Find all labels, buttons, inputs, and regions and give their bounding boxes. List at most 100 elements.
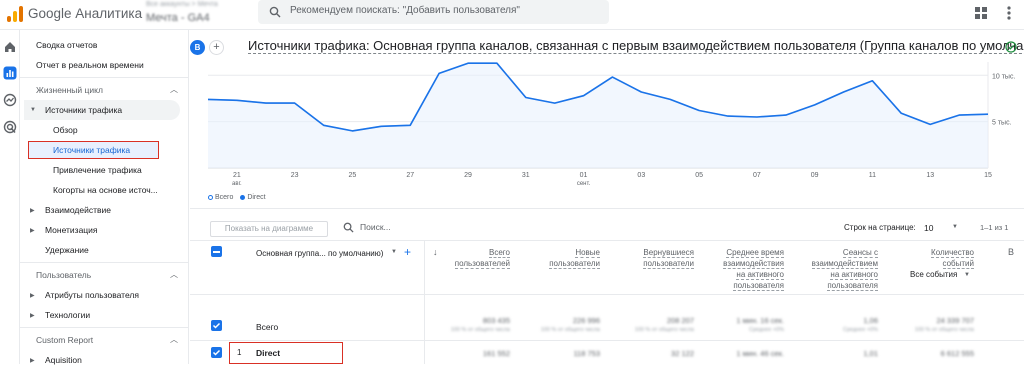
x-tick-label: 13	[926, 172, 934, 179]
event-filter-select[interactable]: Все события	[910, 270, 957, 279]
legend-direct-marker	[240, 195, 245, 200]
nav-section-user[interactable]: Пользователь	[36, 270, 91, 280]
row-value: 6 612 555	[890, 349, 974, 358]
nav-item-traffic-acquisition[interactable]: Привлечение трафика	[53, 165, 142, 175]
chevron-up-icon[interactable]: ︿	[170, 334, 178, 345]
x-tick-sublabel: сент.	[577, 181, 591, 187]
analytics-logo-icon	[6, 5, 24, 23]
divider	[190, 340, 1024, 341]
x-tick-label: 31	[522, 172, 530, 179]
caret-down-icon[interactable]: ▼	[391, 249, 397, 255]
nav-item-cohorts[interactable]: Когорты на основе источ...	[53, 185, 158, 195]
advertising-icon[interactable]	[3, 120, 17, 134]
nav-item-overview[interactable]: Обзор	[53, 125, 78, 135]
series-area-Всего	[208, 63, 988, 168]
x-tick-label: 11	[869, 172, 876, 179]
more-vert-icon[interactable]	[1002, 5, 1016, 21]
x-tick-label: 05	[695, 172, 703, 179]
x-tick-label: 03	[637, 172, 645, 179]
nav-section-lifecycle[interactable]: Жизненный цикл	[36, 85, 103, 95]
add-comparison-button[interactable]: +	[209, 40, 224, 55]
x-tick-label: 01	[580, 172, 588, 179]
y-tick-label: 5 тыс.	[992, 120, 1012, 127]
x-tick-label: 07	[753, 172, 761, 179]
property-name: Мечта - GA4	[146, 12, 210, 24]
column-divider	[424, 241, 425, 364]
comparison-avatar[interactable]: B	[190, 40, 205, 55]
x-tick-label: 25	[349, 172, 357, 179]
column-header-returning-users[interactable]: Вернувшиесяпользователи	[610, 247, 694, 269]
caret-right-icon: ▶	[30, 312, 35, 319]
column-header-engaged-sessions[interactable]: Сеансы свзаимодействиемна активногопольз…	[794, 247, 878, 291]
column-header-overflow[interactable]: В	[1008, 247, 1014, 257]
account-breadcrumb: Все аккаунты > Мечта	[146, 1, 218, 8]
column-header-event-count[interactable]: Количествособытий	[890, 247, 974, 269]
x-tick-label: 29	[464, 172, 472, 179]
account-selector[interactable]: Все аккаунты > Мечта Мечта - GA4	[146, 1, 246, 29]
app-name: Google Аналитика	[28, 6, 142, 21]
column-header-total-users[interactable]: Всегопользователей	[440, 247, 510, 269]
row-value: 32 122	[610, 349, 694, 358]
total-value: 803 435	[440, 316, 510, 325]
legend-direct: Direct	[247, 194, 265, 201]
total-row-checkbox[interactable]	[211, 320, 222, 331]
x-tick-label: 15	[984, 172, 992, 179]
divider	[190, 240, 1024, 241]
total-value: 1 мин. 16 сек.	[700, 316, 784, 325]
home-icon[interactable]	[3, 40, 17, 54]
nav-divider	[20, 327, 189, 328]
rows-per-page-select[interactable]: 10	[924, 223, 933, 233]
nav-divider	[20, 262, 189, 263]
show-on-chart-button[interactable]: Показать на диаграмме	[210, 221, 328, 237]
line-chart[interactable]: 10 тыс.5 тыс.21авг.232527293101сент.0305…	[190, 62, 1024, 192]
nav-group-traffic[interactable]: Источники трафика	[45, 105, 122, 115]
search-box[interactable]: Рекомендуем поискать: "Добавить пользова…	[258, 0, 609, 24]
nav-group-user-attributes[interactable]: Атрибуты пользователя	[45, 290, 139, 300]
select-all-checkbox[interactable]	[211, 246, 222, 257]
table-search-input[interactable]: Поиск...	[360, 222, 391, 232]
row-label-direct[interactable]: Direct	[256, 348, 280, 358]
total-value: 208 207	[610, 316, 694, 325]
nav-group-monetization[interactable]: Монетизация	[45, 225, 98, 235]
x-tick-label: 23	[291, 172, 299, 179]
pagination-label: 1–1 из 1	[980, 223, 1008, 232]
chevron-up-icon[interactable]: ︿	[170, 269, 178, 280]
nav-group-technology[interactable]: Технологии	[45, 310, 90, 320]
caret-down-icon[interactable]: ▼	[964, 272, 970, 278]
chart-legend: Всего Direct	[208, 194, 266, 201]
nav-item-retention[interactable]: Удержание	[45, 245, 89, 255]
explore-icon[interactable]	[3, 93, 17, 107]
caret-down-icon[interactable]: ▼	[952, 224, 958, 230]
caret-right-icon: ▶	[30, 207, 35, 214]
reports-icon[interactable]	[3, 66, 17, 80]
total-subvalue: 100 % от общего числа	[430, 327, 510, 333]
nav-reports-snapshot[interactable]: Сводка отчетов	[36, 40, 97, 50]
report-navigation: Сводка отчетов Отчет в реальном времени …	[20, 30, 189, 364]
apps-grid-icon[interactable]	[975, 7, 987, 19]
add-dimension-button[interactable]: +	[404, 245, 411, 259]
sort-down-arrow-icon[interactable]: ↓	[433, 247, 438, 257]
row-value: 1,01	[794, 349, 878, 358]
column-header-avg-engagement-time[interactable]: Среднее времявзаимодействияна активногоп…	[700, 247, 784, 291]
row-checkbox[interactable]	[211, 347, 222, 358]
chevron-up-icon[interactable]: ︿	[170, 84, 178, 95]
caret-right-icon: ▶	[30, 357, 35, 364]
x-tick-label: 21	[233, 172, 241, 179]
search-icon	[269, 6, 281, 18]
row-value: 118 753	[520, 349, 600, 358]
caret-right-icon: ▶	[30, 227, 35, 234]
column-header-new-users[interactable]: Новыепользователи	[520, 247, 600, 269]
search-placeholder: Рекомендуем поискать: "Добавить пользова…	[290, 5, 520, 16]
total-row-label: Всего	[256, 322, 278, 332]
divider	[190, 294, 1024, 295]
dimension-header[interactable]: Основная группа... по умолчанию)	[256, 249, 383, 258]
row-highlight-box	[229, 342, 343, 364]
x-tick-label: 27	[406, 172, 414, 179]
nav-item-traffic-sources[interactable]: Источники трафика	[53, 145, 130, 155]
x-tick-sublabel: авг.	[232, 181, 242, 187]
page-title[interactable]: Источники трафика: Основная группа канал…	[248, 38, 1024, 54]
nav-section-custom-report[interactable]: Custom Report	[36, 335, 93, 345]
nav-realtime[interactable]: Отчет в реальном времени	[36, 60, 144, 70]
total-subvalue: 100 % от общего числа	[890, 327, 974, 333]
nav-group-engagement[interactable]: Взаимодействие	[45, 205, 111, 215]
